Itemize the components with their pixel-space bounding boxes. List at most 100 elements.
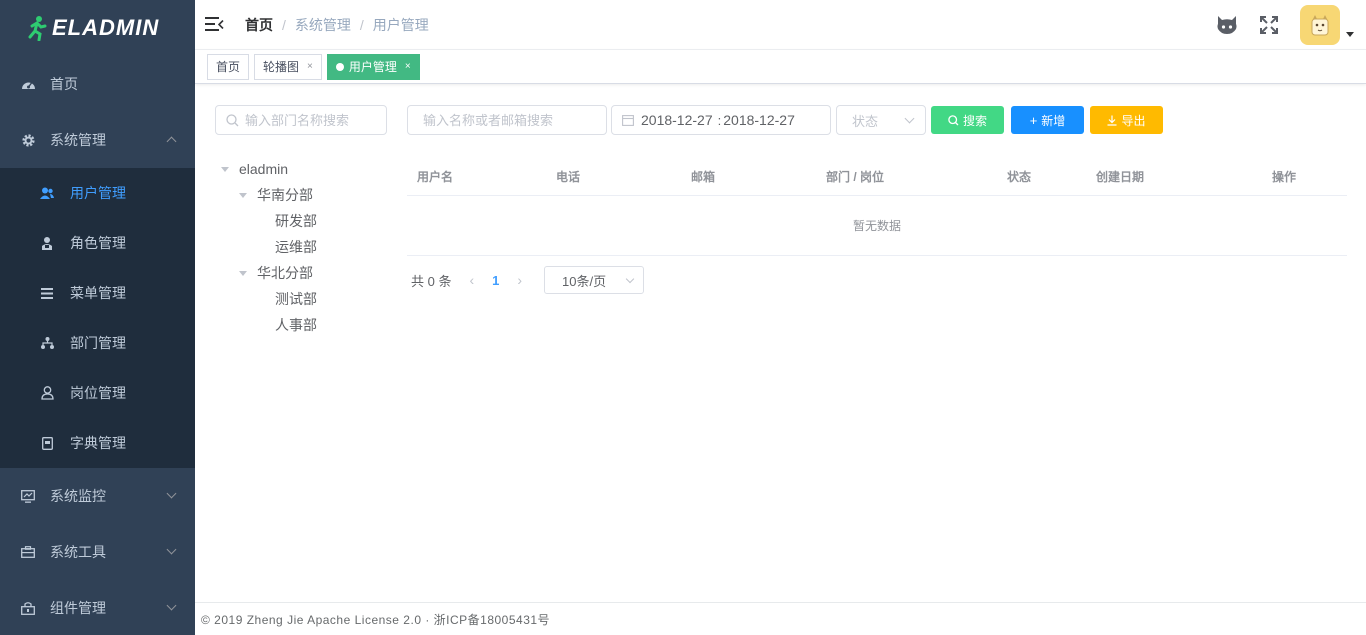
tree-node-qa[interactable]: 测试部	[221, 286, 317, 312]
add-button[interactable]: + 新增	[1011, 106, 1084, 134]
breadcrumb-users: 用户管理	[372, 16, 429, 33]
close-icon[interactable]: ×	[307, 55, 313, 79]
sidebar-item-jobs[interactable]: 岗位管理	[0, 368, 195, 418]
chevron-down-icon	[625, 274, 635, 284]
footer: © 2019 Zheng Jie Apache License 2.0 · 浙I…	[195, 602, 1366, 635]
caret-down-icon[interactable]	[239, 270, 247, 276]
user-search-input[interactable]	[423, 112, 603, 128]
date-end: 2018-12-27	[723, 112, 795, 128]
sidebar-item-label: 首页	[50, 76, 78, 92]
tree-node-label: 研发部	[275, 213, 317, 229]
sidebar-item-label: 字典管理	[70, 435, 126, 451]
caret-down-icon[interactable]	[1346, 31, 1354, 37]
tree-node-north[interactable]: 华北分部	[221, 260, 317, 286]
column-header[interactable]: 用户名	[417, 168, 453, 185]
active-dot-icon	[335, 62, 344, 71]
sidebar-item-users[interactable]: 用户管理	[0, 168, 195, 218]
column-header[interactable]: 操作	[1272, 168, 1296, 185]
github-icon[interactable]	[1216, 14, 1238, 36]
tree-node-root[interactable]: eladmin	[221, 156, 317, 182]
sidebar-item-label: 系统监控	[50, 488, 106, 504]
tag-users[interactable]: 用户管理 ×	[326, 53, 420, 80]
role-icon	[40, 236, 54, 250]
sidebar-item-home[interactable]: 首页	[0, 56, 195, 112]
dictionary-icon	[40, 436, 54, 450]
tree-node-hr[interactable]: 人事部	[221, 312, 317, 338]
menu-list-icon	[40, 286, 54, 300]
sidebar-item-label: 系统管理	[50, 132, 106, 148]
search-icon	[948, 114, 959, 125]
fullscreen-icon[interactable]	[1258, 14, 1280, 36]
job-icon	[40, 386, 54, 400]
chevron-up-icon	[166, 136, 177, 147]
date-separator: :	[717, 112, 722, 128]
monitor-icon	[20, 488, 36, 504]
tree-node-label: 华北分部	[257, 265, 313, 281]
user-search-field[interactable]	[407, 105, 607, 135]
users-table: 用户名 电话 邮箱 部门 / 岗位 状态 创建日期 操作 暂无数据	[407, 156, 1347, 256]
logo-runner-icon	[28, 16, 47, 41]
page-size-select[interactable]: 10条/页	[544, 266, 645, 294]
caret-down-icon[interactable]	[239, 192, 247, 198]
submenu-system: 用户管理 角色管理 菜单管理 部门管理 岗位管理 字典管理	[0, 168, 195, 468]
tree-node-ops[interactable]: 运维部	[221, 234, 317, 260]
column-header[interactable]: 邮箱	[691, 168, 715, 185]
column-header[interactable]: 部门 / 岗位	[826, 168, 884, 185]
column-header[interactable]: 状态	[1007, 168, 1031, 185]
export-button[interactable]: 导出	[1090, 106, 1163, 134]
sidebar-item-components[interactable]: 组件管理	[0, 580, 195, 635]
status-select[interactable]: 状态	[836, 105, 926, 135]
caret-down-icon[interactable]	[221, 166, 229, 172]
component-icon	[20, 600, 36, 616]
footer-text: © 2019 Zheng Jie Apache License 2.0 · 浙I…	[201, 612, 551, 627]
sidebar-item-label: 岗位管理	[70, 385, 126, 401]
sidebar-item-tools[interactable]: 系统工具	[0, 524, 195, 580]
avatar[interactable]	[1300, 5, 1340, 45]
add-button-label: 新增	[1041, 113, 1066, 128]
sidebar-item-roles[interactable]: 角色管理	[0, 218, 195, 268]
tag-label: 首页	[216, 59, 241, 74]
logo[interactable]: ELADMIN	[0, 0, 195, 56]
close-icon[interactable]: ×	[405, 55, 411, 79]
dept-search-field[interactable]	[215, 105, 387, 135]
tree-node-label: eladmin	[239, 161, 289, 177]
breadcrumb-separator: /	[282, 16, 286, 33]
tree-node-south[interactable]: 华南分部	[221, 182, 317, 208]
sidebar-item-depts[interactable]: 部门管理	[0, 318, 195, 368]
next-page-button[interactable]: ›	[517, 272, 522, 288]
column-header[interactable]: 创建日期	[1096, 168, 1144, 185]
tag-label: 轮播图	[263, 59, 300, 74]
table-header: 用户名 电话 邮箱 部门 / 岗位 状态 创建日期 操作	[407, 156, 1347, 196]
chevron-down-icon	[166, 488, 177, 499]
table-empty: 暂无数据	[407, 196, 1347, 256]
sidebar: ELADMIN 首页 系统管理 用户管理 角色管理 菜单管理 部门管理 岗位管理…	[0, 0, 195, 635]
sidebar-item-monitor[interactable]: 系统监控	[0, 468, 195, 524]
sidebar-item-menus[interactable]: 菜单管理	[0, 268, 195, 318]
sidebar-item-label: 用户管理	[70, 185, 126, 201]
dept-search-input[interactable]	[245, 112, 380, 128]
prev-page-button[interactable]: ‹	[469, 272, 474, 288]
tag-label: 用户管理	[348, 59, 397, 74]
chevron-down-icon	[166, 600, 177, 611]
sidebar-item-dict[interactable]: 字典管理	[0, 418, 195, 468]
search-icon	[226, 113, 239, 126]
breadcrumb-system: 系统管理	[294, 16, 351, 33]
download-icon	[1107, 115, 1117, 126]
tag-home[interactable]: 首页	[207, 53, 250, 80]
export-button-label: 导出	[1121, 113, 1146, 128]
toolbar: 2018-12-27 : 2018-12-27 状态 搜索 + 新增 导出	[407, 105, 1163, 135]
dept-tree-icon	[40, 336, 54, 350]
date-range-picker[interactable]: 2018-12-27 : 2018-12-27	[611, 105, 831, 135]
page-number[interactable]: 1	[492, 273, 499, 288]
breadcrumb-home[interactable]: 首页	[245, 15, 273, 35]
tag-carousel[interactable]: 轮播图 ×	[254, 53, 322, 80]
hamburger-icon[interactable]	[205, 16, 224, 33]
tree-node-rd[interactable]: 研发部	[221, 208, 317, 234]
tags-view: 首页 轮播图 × 用户管理 ×	[195, 50, 1366, 84]
chevron-down-icon	[166, 544, 177, 555]
navbar-right	[1216, 0, 1366, 50]
search-button[interactable]: 搜索	[931, 106, 1004, 134]
sidebar-item-system[interactable]: 系统管理	[0, 112, 195, 168]
date-start: 2018-12-27	[641, 112, 713, 128]
column-header[interactable]: 电话	[556, 168, 580, 185]
